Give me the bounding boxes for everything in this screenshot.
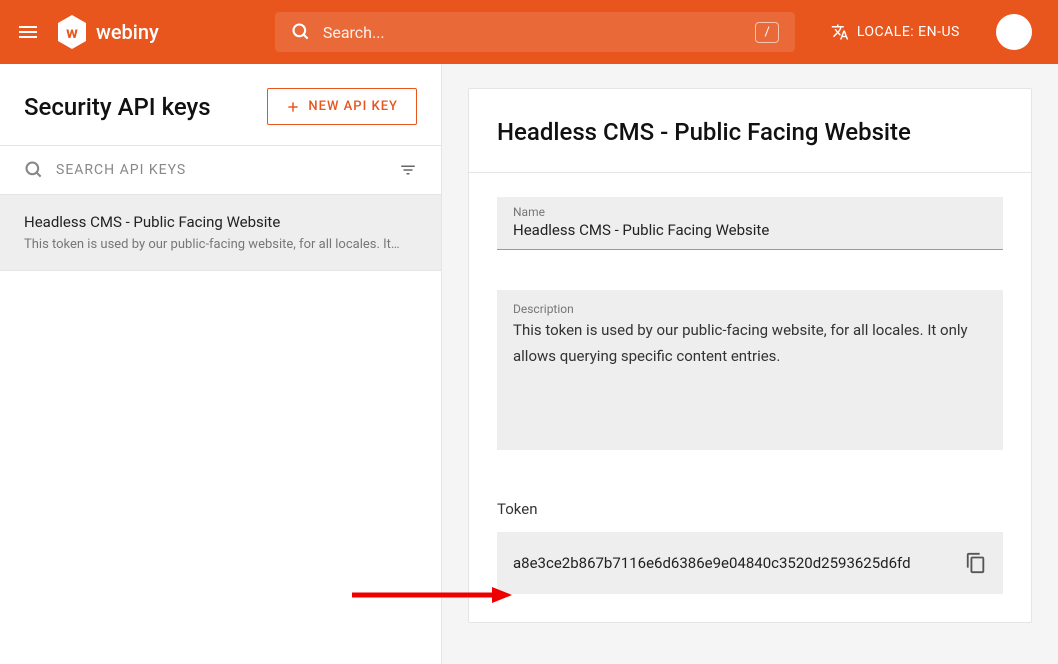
new-api-key-label: NEW API KEY bbox=[308, 99, 398, 114]
translate-icon bbox=[831, 23, 849, 41]
brand-logo-icon: w bbox=[56, 14, 88, 50]
search-icon bbox=[24, 160, 44, 180]
left-panel: Security API keys NEW API KEY Headless C… bbox=[0, 64, 442, 664]
global-search[interactable]: / bbox=[275, 12, 795, 52]
main-layout: Security API keys NEW API KEY Headless C… bbox=[0, 64, 1058, 664]
divider bbox=[469, 172, 1031, 173]
token-label: Token bbox=[497, 500, 1003, 518]
search-kbd-hint: / bbox=[755, 22, 778, 43]
search-icon bbox=[291, 22, 311, 42]
token-value: a8e3ce2b867b7116e6d6386e9e04840c3520d259… bbox=[513, 554, 911, 572]
left-header: Security API keys NEW API KEY bbox=[0, 64, 441, 145]
list-search-input[interactable] bbox=[56, 162, 387, 178]
list-search-row bbox=[0, 145, 441, 195]
page-title: Security API keys bbox=[24, 93, 211, 121]
list-item-title: Headless CMS - Public Facing Website bbox=[24, 213, 417, 231]
new-api-key-button[interactable]: NEW API KEY bbox=[267, 88, 417, 125]
api-key-list-item[interactable]: Headless CMS - Public Facing Website Thi… bbox=[0, 195, 441, 271]
plus-icon bbox=[286, 100, 300, 114]
global-search-input[interactable] bbox=[323, 23, 744, 42]
avatar[interactable] bbox=[996, 14, 1032, 50]
description-field-label: Description bbox=[513, 302, 987, 316]
detail-card: Headless CMS - Public Facing Website Nam… bbox=[468, 88, 1032, 623]
svg-text:w: w bbox=[66, 23, 78, 42]
detail-title: Headless CMS - Public Facing Website bbox=[497, 117, 1003, 148]
filter-icon[interactable] bbox=[399, 161, 417, 179]
token-box: a8e3ce2b867b7116e6d6386e9e04840c3520d259… bbox=[497, 532, 1003, 594]
name-field-input[interactable] bbox=[513, 221, 987, 239]
locale-label: LOCALE: EN-US bbox=[857, 24, 960, 40]
locale-selector[interactable]: LOCALE: EN-US bbox=[831, 23, 960, 41]
brand-name: webiny bbox=[96, 20, 159, 44]
right-panel: Headless CMS - Public Facing Website Nam… bbox=[442, 64, 1058, 664]
name-field-label: Name bbox=[513, 205, 987, 219]
list-item-desc: This token is used by our public-facing … bbox=[24, 237, 417, 252]
menu-icon[interactable] bbox=[16, 20, 40, 44]
description-field-input[interactable] bbox=[513, 318, 987, 428]
description-field[interactable]: Description bbox=[497, 290, 1003, 450]
brand-logo[interactable]: w webiny bbox=[56, 14, 159, 50]
name-field[interactable]: Name bbox=[497, 197, 1003, 250]
copy-icon[interactable] bbox=[965, 552, 987, 574]
app-header: w webiny / LOCALE: EN-US bbox=[0, 0, 1058, 64]
